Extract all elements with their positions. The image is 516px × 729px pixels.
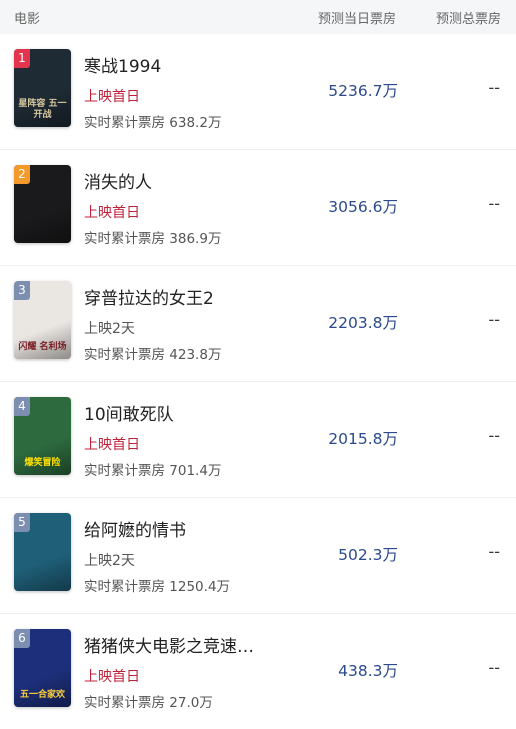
rank-badge: 5 bbox=[14, 513, 30, 532]
movie-title[interactable]: 给阿嬷的情书 bbox=[84, 516, 186, 541]
predicted-total-value: -- bbox=[488, 542, 500, 561]
movie-title[interactable]: 猪猪侠大电影之竞速… bbox=[84, 632, 254, 657]
poster-text: 爆笑冒险 bbox=[24, 458, 61, 468]
movie-poster[interactable]: 五一合家欢 6 bbox=[14, 629, 71, 707]
predicted-today-value: 502.3万 bbox=[338, 546, 398, 564]
movie-row[interactable]: 2 消失的人 上映首日 实时累计票房 386.9万 3056.6万 -- bbox=[0, 150, 516, 266]
movie-list: 星阵容 五一开战 1 寒战1994 上映首日 实时累计票房 638.2万 523… bbox=[0, 34, 516, 729]
release-status: 上映首日 bbox=[84, 205, 140, 221]
rank-badge: 1 bbox=[14, 49, 30, 68]
movie-title[interactable]: 穿普拉达的女王2 bbox=[84, 284, 214, 309]
movie-title[interactable]: 消失的人 bbox=[84, 168, 152, 193]
predicted-total-value: -- bbox=[488, 194, 500, 213]
predicted-total-value: -- bbox=[488, 426, 500, 445]
poster-text: 闪耀 名利场 bbox=[18, 342, 67, 352]
column-header-predicted-today[interactable]: 预测当日票房 bbox=[318, 8, 396, 27]
predicted-total-value: -- bbox=[488, 310, 500, 329]
movie-row[interactable]: 闪耀 名利场 3 穿普拉达的女王2 上映2天 实时累计票房 423.8万 220… bbox=[0, 266, 516, 382]
release-status: 上映首日 bbox=[84, 89, 140, 105]
poster-text: 星阵容 五一开战 bbox=[18, 99, 67, 120]
movie-poster[interactable]: 5 bbox=[14, 513, 71, 591]
cumulative-box-office: 实时累计票房 423.8万 bbox=[84, 347, 222, 363]
column-header-predicted-total[interactable]: 预测总票房 bbox=[436, 8, 501, 27]
release-status: 上映2天 bbox=[84, 553, 135, 569]
column-header-movie: 电影 bbox=[14, 12, 41, 27]
predicted-total-value: -- bbox=[488, 78, 500, 97]
poster-text: 五一合家欢 bbox=[19, 690, 65, 700]
predicted-today-value: 2015.8万 bbox=[328, 430, 398, 448]
rank-badge: 6 bbox=[14, 629, 30, 648]
cumulative-box-office: 实时累计票房 638.2万 bbox=[84, 115, 222, 131]
rank-badge: 2 bbox=[14, 165, 30, 184]
release-status: 上映首日 bbox=[84, 669, 140, 685]
movie-poster[interactable]: 闪耀 名利场 3 bbox=[14, 281, 71, 359]
release-status: 上映首日 bbox=[84, 437, 140, 453]
movie-poster[interactable]: 星阵容 五一开战 1 bbox=[14, 49, 71, 127]
cumulative-box-office: 实时累计票房 386.9万 bbox=[84, 231, 222, 247]
movie-row[interactable]: 五一合家欢 6 猪猪侠大电影之竞速… 上映首日 实时累计票房 27.0万 438… bbox=[0, 614, 516, 729]
predicted-today-value: 438.3万 bbox=[338, 662, 398, 680]
movie-row[interactable]: 5 给阿嬷的情书 上映2天 实时累计票房 1250.4万 502.3万 -- bbox=[0, 498, 516, 614]
movie-row[interactable]: 星阵容 五一开战 1 寒战1994 上映首日 实时累计票房 638.2万 523… bbox=[0, 34, 516, 150]
rank-badge: 3 bbox=[14, 281, 30, 300]
movie-title[interactable]: 寒战1994 bbox=[84, 52, 161, 77]
predicted-total-value: -- bbox=[488, 658, 500, 677]
cumulative-box-office: 实时累计票房 27.0万 bbox=[84, 695, 213, 711]
cumulative-box-office: 实时累计票房 701.4万 bbox=[84, 463, 222, 479]
rank-badge: 4 bbox=[14, 397, 30, 416]
movie-title[interactable]: 10间敢死队 bbox=[84, 400, 174, 425]
predicted-today-value: 2203.8万 bbox=[328, 314, 398, 332]
release-status: 上映2天 bbox=[84, 321, 135, 337]
movie-poster[interactable]: 爆笑冒险 4 bbox=[14, 397, 71, 475]
table-header: 电影 预测当日票房 预测总票房 bbox=[0, 0, 516, 34]
predicted-today-value: 5236.7万 bbox=[328, 82, 398, 100]
predicted-today-value: 3056.6万 bbox=[328, 198, 398, 216]
movie-row[interactable]: 爆笑冒险 4 10间敢死队 上映首日 实时累计票房 701.4万 2015.8万… bbox=[0, 382, 516, 498]
cumulative-box-office: 实时累计票房 1250.4万 bbox=[84, 579, 231, 595]
movie-poster[interactable]: 2 bbox=[14, 165, 71, 243]
